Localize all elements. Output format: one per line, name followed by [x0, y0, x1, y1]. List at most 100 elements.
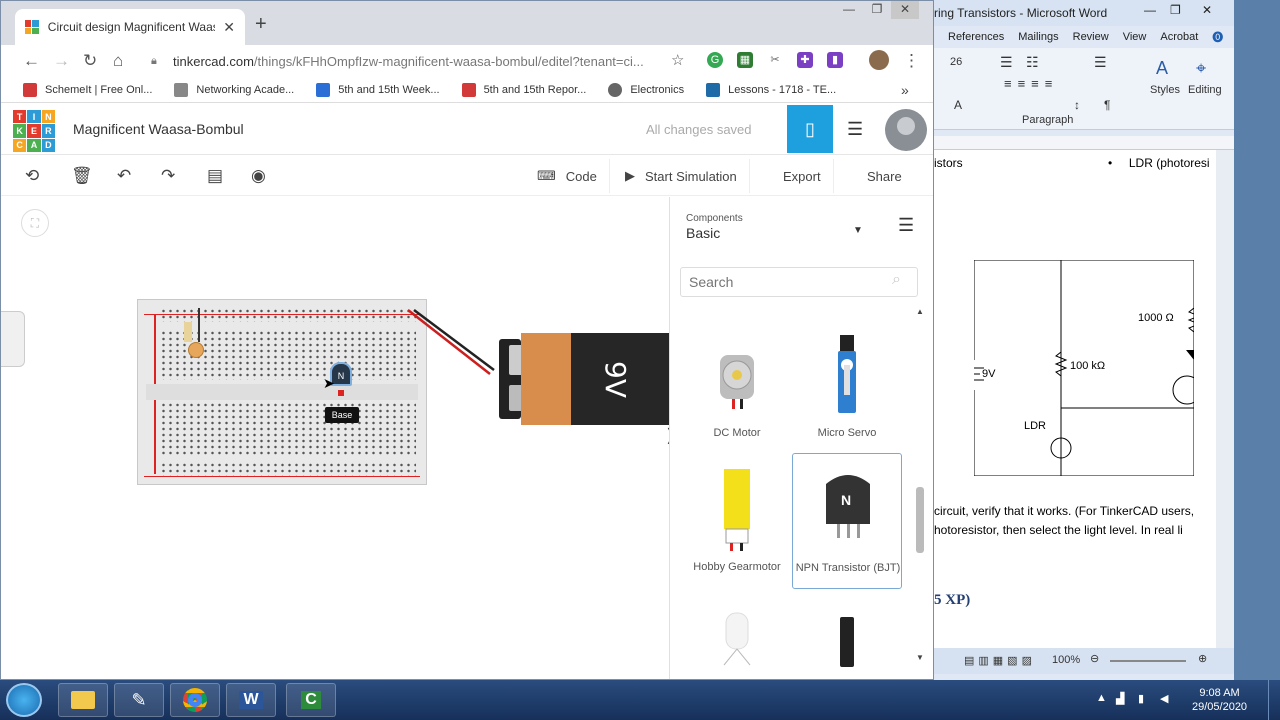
close-window-button[interactable]: ✕: [891, 1, 919, 19]
profile-avatar[interactable]: [869, 50, 889, 70]
zoom-in-icon[interactable]: ⊕: [1198, 652, 1207, 665]
bookmark-schemeit[interactable]: SchemeIt | Free Onl...: [23, 82, 152, 97]
word-taskbar-icon[interactable]: W: [226, 683, 276, 717]
system-clock[interactable]: 9:08 AM 29/05/2020: [1192, 686, 1247, 714]
bookmarks-more-icon[interactable]: »: [901, 82, 909, 98]
start-button[interactable]: [6, 683, 42, 717]
circuit-workplane[interactable]: ⛶ N Base ➤ 9V: [1, 197, 677, 679]
9v-battery[interactable]: 9V: [499, 333, 669, 425]
font-size-box[interactable]: 26: [950, 56, 962, 68]
home-icon[interactable]: ⌂: [113, 51, 123, 71]
scroll-up-icon[interactable]: ▲: [916, 307, 924, 316]
sheets-extension-icon[interactable]: ▦: [737, 52, 753, 68]
component-micro-servo[interactable]: Micro Servo: [792, 325, 902, 461]
search-icon[interactable]: ⌕: [892, 271, 901, 289]
visibility-icon[interactable]: ◉: [251, 166, 266, 186]
share-button[interactable]: Share: [855, 159, 914, 193]
redo-icon[interactable]: ↷: [161, 166, 175, 186]
components-scrollbar[interactable]: [916, 487, 924, 553]
back-arrow-icon[interactable]: ←: [23, 51, 40, 71]
url-text[interactable]: tinkercad.com/things/kFHhOmpfIzw-magnifi…: [173, 54, 653, 69]
dropdown-caret-icon[interactable]: ▼: [853, 225, 863, 236]
zoom-out-icon[interactable]: ⊖: [1090, 652, 1099, 665]
styles-icon[interactable]: A: [1156, 58, 1168, 79]
list-view-icon[interactable]: ☰: [898, 215, 914, 236]
bookmark-extension-icon[interactable]: ▮: [827, 52, 843, 68]
horizontal-ruler[interactable]: [934, 136, 1234, 150]
battery-wires[interactable]: [404, 308, 504, 378]
notes-icon[interactable]: ▤: [207, 166, 223, 186]
tab-acrobat[interactable]: Acrobat: [1160, 31, 1198, 43]
design-name[interactable]: Magnificent Waasa-Bombul: [73, 121, 244, 137]
tinkercad-logo[interactable]: TIN KER CAD: [13, 110, 55, 152]
tools-extension-icon[interactable]: ✂: [767, 52, 783, 68]
word-maximize-icon[interactable]: ❐: [1170, 3, 1181, 17]
sort-icon[interactable]: ☰: [1094, 54, 1107, 71]
tray-expand-icon[interactable]: ▲: [1096, 692, 1107, 704]
editing-label[interactable]: Editing: [1188, 84, 1222, 96]
document-scrollbar[interactable]: [1216, 150, 1234, 648]
component-list-view-icon[interactable]: ☰: [847, 119, 863, 140]
component-npn-transistor[interactable]: N NPN Transistor (BJT): [792, 453, 902, 589]
maximize-button[interactable]: ❐: [863, 1, 891, 19]
reload-icon[interactable]: ↻: [83, 51, 97, 71]
sort-az-icon[interactable]: ↕: [1074, 98, 1080, 112]
bookmark-networking-academy[interactable]: Networking Acade...: [174, 82, 294, 97]
chrome-taskbar-icon[interactable]: [170, 683, 220, 717]
user-avatar[interactable]: [885, 109, 927, 151]
tab-review[interactable]: Review: [1073, 31, 1109, 43]
editing-icon[interactable]: ⌖: [1196, 58, 1206, 79]
bookmark-5th-15th-report[interactable]: 5th and 15th Repor...: [461, 82, 586, 97]
breadboard[interactable]: N: [137, 299, 495, 485]
undo-icon[interactable]: ↶: [117, 166, 131, 186]
camtasia-taskbar-icon[interactable]: C: [286, 683, 336, 717]
zoom-level[interactable]: 100%: [1052, 654, 1080, 666]
file-explorer-taskbar-icon[interactable]: [58, 683, 108, 717]
component-sensor-partial[interactable]: [792, 605, 902, 675]
component-dc-motor[interactable]: DC Motor: [682, 325, 792, 461]
bookmark-star-icon[interactable]: ☆: [671, 51, 684, 69]
circuit-view-icon[interactable]: ▯: [787, 105, 833, 153]
delete-icon[interactable]: 🗑︎: [71, 166, 93, 186]
bullets-icon[interactable]: ☰: [1000, 54, 1013, 71]
export-button[interactable]: Export: [771, 159, 834, 193]
components-category-select[interactable]: Basic: [686, 225, 720, 241]
scroll-down-icon[interactable]: ▼: [916, 653, 924, 662]
resistor-component[interactable]: [184, 322, 192, 342]
component-led-partial[interactable]: [682, 605, 792, 675]
component-hobby-gearmotor[interactable]: Hobby Gearmotor: [682, 459, 792, 595]
styles-label[interactable]: Styles: [1150, 84, 1180, 96]
paint-taskbar-icon[interactable]: ✎: [114, 683, 164, 717]
show-desktop-button[interactable]: [1268, 680, 1280, 720]
bookmark-electronics[interactable]: Electronics: [608, 82, 684, 97]
grammarly-extension-icon[interactable]: G: [707, 52, 723, 68]
browser-tab[interactable]: Circuit design Magnificent Waasa-Bombul …: [15, 9, 245, 45]
help-icon[interactable]: ⓿: [1212, 29, 1223, 45]
zoom-slider[interactable]: [1110, 660, 1186, 662]
side-panel-toggle[interactable]: [1, 311, 25, 367]
tab-close-icon[interactable]: ✕: [223, 19, 235, 36]
forward-arrow-icon[interactable]: →: [53, 51, 70, 71]
code-button[interactable]: ⌨ Code: [525, 159, 610, 193]
font-grow-icon[interactable]: A: [954, 98, 962, 112]
address-bar[interactable]: 🔒︎ tinkercad.com/things/kFHhOmpfIzw-magn…: [151, 48, 691, 74]
word-close-icon[interactable]: ✕: [1202, 3, 1212, 17]
numbering-icon[interactable]: ☷: [1026, 54, 1039, 71]
tab-references[interactable]: References: [948, 31, 1004, 43]
alignment-buttons[interactable]: ≡≡≡≡: [1004, 76, 1164, 91]
start-simulation-button[interactable]: ▶ Start Simulation: [613, 159, 750, 193]
tab-mailings[interactable]: Mailings: [1018, 31, 1058, 43]
components-search-input[interactable]: [680, 267, 918, 297]
minimize-button[interactable]: —: [835, 1, 863, 19]
ldr-component[interactable]: [188, 342, 204, 358]
new-tab-button[interactable]: +: [255, 13, 267, 36]
pilcrow-icon[interactable]: ¶: [1104, 98, 1110, 112]
zoom-to-fit-icon[interactable]: ⛶: [21, 209, 49, 237]
rotate-icon[interactable]: ⟲: [25, 166, 39, 186]
network-icon[interactable]: ▟: [1116, 692, 1124, 705]
puzzle-extension-icon[interactable]: ✚: [797, 52, 813, 68]
tab-view[interactable]: View: [1123, 31, 1147, 43]
power-icon[interactable]: ▮: [1138, 692, 1144, 705]
word-document-page[interactable]: istors • LDR (photoresi 9V 1000 Ω 100 kΩ…: [934, 150, 1216, 648]
bookmark-lessons[interactable]: Lessons - 1718 - TE...: [706, 82, 836, 97]
